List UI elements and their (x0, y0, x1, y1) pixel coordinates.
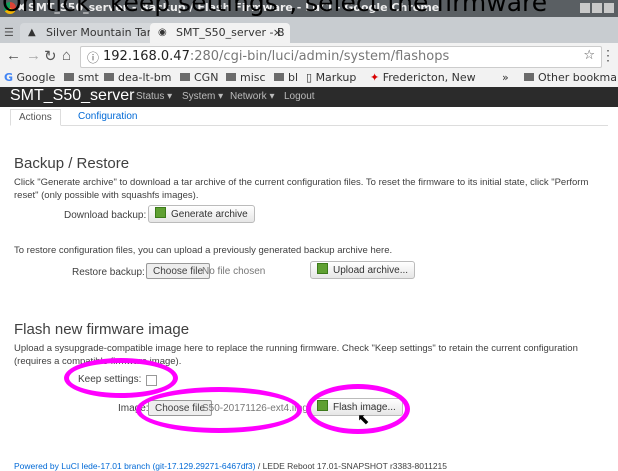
tab-label: Silver Mountain Targ (46, 26, 159, 39)
mountain-icon: ▲ (28, 27, 36, 38)
bookmark-other[interactable]: Other bookmarks (524, 71, 618, 84)
folder-icon (524, 73, 534, 81)
tab-actions[interactable]: Actions (10, 109, 61, 126)
address-bar[interactable]: ⓘ 192.168.0.47:280/cgi-bin/luci/admin/sy… (80, 46, 602, 68)
tab-configuration[interactable]: Configuration (70, 109, 145, 124)
menu-status[interactable]: Status ▾ (136, 91, 172, 102)
page-footer: Powered by LuCI lede-17.01 branch (git-1… (14, 461, 447, 471)
restore-description: To restore configuration files, you can … (14, 245, 393, 256)
folder-icon (180, 73, 190, 81)
firmware-file-name: S50-20171126-ext4.img (202, 403, 308, 414)
bookmark-google[interactable]: G Google (4, 71, 55, 84)
google-icon: G (4, 71, 14, 84)
luci-link[interactable]: Powered by LuCI lede-17.01 branch (git-1… (14, 461, 255, 471)
footer-version: / LEDE Reboot 17.01-SNAPSHOT r3383-80112… (255, 461, 448, 471)
maple-leaf-icon: ✦ (370, 71, 380, 84)
forward-arrow-icon[interactable]: → (26, 47, 41, 64)
bookmarks-overflow[interactable]: » (502, 71, 509, 84)
router-brand[interactable]: SMT_S50_server (10, 87, 135, 105)
browser-tabstrip: ☰ ▲ Silver Mountain Targ × ◉ SMT_S50_ser… (0, 17, 618, 43)
flash-title: Flash new firmware image (14, 321, 190, 338)
info-icon[interactable]: ⓘ (87, 49, 99, 66)
page-tabs: Actions Configuration (10, 107, 608, 126)
mouse-pointer-icon: ⬉ (357, 411, 370, 428)
back-arrow-icon[interactable]: ← (6, 47, 21, 64)
restore-choose-file-button[interactable]: Choose file (146, 263, 211, 279)
flash-description: Upload a sysupgrade-compatible image her… (14, 343, 578, 367)
bookmark-markup[interactable]: ▯ Markup (306, 71, 356, 84)
tab-label: SMT_S50_server - B (176, 26, 285, 39)
folder-icon (274, 73, 284, 81)
globe-icon: ◉ (158, 27, 167, 38)
browser-tab-silver-mountain[interactable]: ▲ Silver Mountain Targ × (20, 23, 170, 43)
folder-icon (104, 73, 114, 81)
archive-icon (155, 207, 166, 218)
upload-icon (317, 263, 328, 274)
download-backup-label: Download backup: (64, 210, 147, 221)
generate-archive-button[interactable]: Generate archive (148, 205, 255, 223)
bookmark-fredericton[interactable]: ✦ Fredericton, New (370, 71, 476, 84)
browser-toolbar: ← → ↻ ⌂ ⓘ 192.168.0.47:280/cgi-bin/luci/… (0, 43, 618, 69)
backup-description: Click "Generate archive" to download a t… (14, 177, 589, 201)
bookmark-misc[interactable]: misc (226, 71, 266, 84)
luci-header: SMT_S50_server Status ▾ System ▾ Network… (0, 87, 618, 107)
menu-logout[interactable]: Logout (284, 91, 315, 102)
upload-archive-button[interactable]: Upload archive... (310, 261, 416, 279)
keep-settings-label: Keep settings: (78, 374, 142, 385)
bookmark-dea-lt-bm[interactable]: dea-lt-bm (104, 71, 172, 84)
menu-system[interactable]: System ▾ (182, 91, 223, 102)
menu-network[interactable]: Network ▾ (230, 91, 274, 102)
folder-icon (64, 73, 74, 81)
page-icon: ▯ (306, 71, 313, 84)
bookmarks-bar: G Google smt dea-lt-bm CGN misc bl ▯ Mar… (0, 69, 618, 88)
folder-icon (226, 73, 236, 81)
address-url: 192.168.0.47:280/cgi-bin/luci/admin/syst… (103, 49, 450, 64)
backup-title: Backup / Restore (14, 155, 130, 172)
browser-tab-smt-server[interactable]: ◉ SMT_S50_server - B × (150, 23, 290, 43)
home-icon[interactable]: ⌂ (62, 47, 71, 64)
bookmark-smt[interactable]: smt (64, 71, 99, 84)
flash-icon (317, 400, 328, 411)
bookmark-bl[interactable]: bl (274, 71, 298, 84)
browser-menu-icon[interactable]: ⋮ (601, 47, 615, 64)
reload-icon[interactable]: ↻ (44, 47, 57, 65)
bookmark-cgn[interactable]: CGN (180, 71, 218, 84)
restore-backup-label: Restore backup: (72, 267, 145, 278)
restore-file-name: No file chosen (202, 266, 266, 277)
bookmark-star-icon[interactable]: ☆ (583, 48, 595, 63)
image-label: Image: (118, 403, 149, 414)
keep-settings-checkbox[interactable] (146, 375, 157, 386)
tab-close-icon[interactable]: × (273, 26, 282, 39)
tab-search-icon[interactable]: ☰ (4, 26, 14, 39)
